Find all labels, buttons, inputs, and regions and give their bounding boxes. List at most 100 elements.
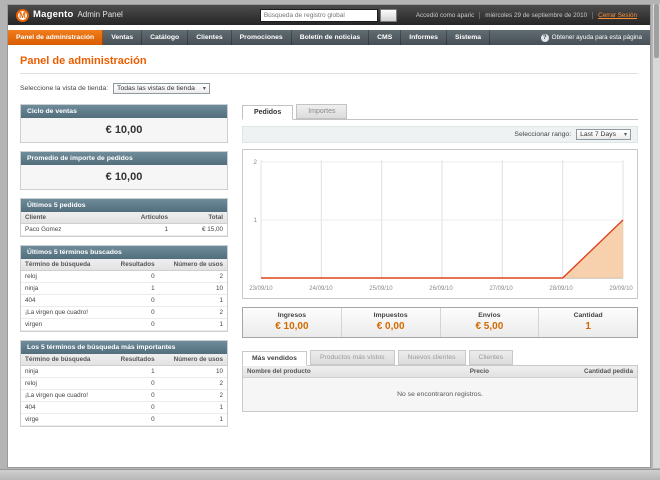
panel-title: Últimos 5 pedidos — [21, 199, 227, 212]
products-grid-table: Nombre del producto Precio Cantidad pedida — [243, 366, 637, 378]
panel-title: Ciclo de ventas — [21, 105, 227, 118]
stat-label: Impuestos — [373, 312, 408, 319]
nav-item-4[interactable]: Promociones — [232, 30, 292, 45]
table-cell: reloj — [21, 270, 109, 283]
table-cell: ¡La virgen que cuadro! — [21, 306, 109, 319]
page-title: Panel de administración — [20, 55, 147, 67]
stat-1: Impuestos € 0,00 — [340, 308, 440, 337]
chart-x-labels: 23/09/10 24/09/10 25/09/10 26/09/10 27/09/10… — [243, 286, 637, 298]
table-row[interactable]: 404 0 1 — [21, 294, 227, 307]
bottom-tabs: Más vendidos Productos más vistos Nuevos c… — [242, 350, 638, 366]
table-row[interactable]: ninja 1 10 — [21, 365, 227, 378]
bottom-tab-0[interactable]: Más vendidos — [242, 351, 307, 366]
table-cell: 1 — [108, 282, 159, 295]
table-cell: 404 — [21, 401, 109, 414]
range-value: Last 7 Days — [580, 131, 616, 138]
header-bar: M Magento Admin Panel Accedió como apari… — [8, 5, 650, 25]
table-cell: 0 — [108, 306, 159, 319]
nav-item-6[interactable]: CMS — [369, 30, 402, 45]
dashboard-content: Panel de administración Seleccione la vi… — [8, 45, 650, 435]
lifetime-sales-panel: Ciclo de ventas € 10,00 — [20, 104, 228, 143]
column-header: Artículos — [105, 212, 173, 224]
nav-items: Panel de administración Ventas Catálogo Cli… — [8, 30, 491, 45]
column-header: Resultados — [108, 259, 159, 271]
orders-chart: 12 — [253, 159, 624, 279]
bottom-tab-3[interactable]: Clientes — [468, 350, 514, 365]
nav-item-2[interactable]: Catálogo — [142, 30, 189, 45]
column-header: Número de usos — [158, 259, 227, 271]
table-cell: ninja — [21, 282, 109, 295]
svg-text:2: 2 — [253, 159, 257, 166]
nav-item-0[interactable]: Panel de administración — [8, 30, 104, 45]
logout-link[interactable]: Cerrar Sesión — [592, 11, 642, 19]
table-row[interactable]: ninja 1 10 — [21, 282, 227, 295]
table-row[interactable]: ¡La virgen que cuadro! 0 2 — [21, 306, 227, 319]
user-info: Accedió como aparic miércoles 29 de sept… — [411, 11, 642, 19]
x-axis-label: 28/09/10 — [549, 286, 573, 292]
table-cell: reloj — [21, 377, 109, 390]
table-cell: 0 — [108, 401, 159, 414]
nav-item-1[interactable]: Ventas — [103, 30, 143, 45]
global-search-input[interactable] — [259, 8, 378, 22]
bottom-tab-2[interactable]: Nuevos clientes — [397, 350, 466, 365]
table-cell: 0 — [108, 318, 159, 331]
dashboard-tab-1[interactable]: Importes — [296, 104, 348, 119]
table-header-row: Cliente Artículos Total — [21, 212, 227, 224]
store-switcher-label: Seleccione la vista de tienda: — [20, 85, 109, 92]
current-date: miércoles 29 de septiembre de 2010 — [479, 11, 592, 19]
vertical-scrollbar[interactable] — [653, 4, 660, 468]
scrollbar-thumb[interactable] — [654, 4, 659, 58]
table-cell: 2 — [158, 270, 227, 283]
svg-text:1: 1 — [253, 217, 257, 224]
store-view-select[interactable]: Todas las vistas de tienda — [113, 83, 210, 94]
table-row[interactable]: 404 0 1 — [21, 401, 227, 414]
table-cell: 2 — [158, 306, 227, 319]
stat-value: € 10,00 — [275, 321, 309, 332]
main-nav: Panel de administración Ventas Catálogo Cli… — [8, 30, 650, 45]
table-cell: virgen — [21, 318, 109, 331]
table-cell: 1 — [158, 401, 227, 414]
nav-item-5[interactable]: Boletín de noticias — [292, 30, 370, 45]
global-search — [259, 8, 397, 22]
table-cell: 10 — [158, 282, 227, 295]
table-cell: € 15,00 — [172, 223, 227, 236]
nav-item-3[interactable]: Clientes — [188, 30, 232, 45]
table-row[interactable]: ¡La virgen que cuadro! 0 2 — [21, 389, 227, 402]
table-cell: 0 — [108, 270, 159, 283]
x-axis-label: 29/09/10 — [609, 286, 633, 292]
table-row[interactable]: virge 0 1 — [21, 413, 227, 426]
table-row[interactable]: virgen 0 1 — [21, 318, 227, 331]
table-cell: 0 — [108, 377, 159, 390]
x-axis-label: 25/09/10 — [369, 286, 393, 292]
table-cell: 0 — [108, 413, 159, 426]
column-header: Resultados — [108, 354, 159, 366]
divider — [20, 73, 638, 74]
search-submit-button[interactable] — [379, 8, 397, 22]
products-grid-box: Nombre del producto Precio Cantidad pedida… — [242, 365, 638, 412]
logged-in-as: Accedió como aparic — [415, 11, 475, 19]
lifetime-sales-value: € 10,00 — [21, 118, 227, 142]
stat-value: € 0,00 — [376, 321, 405, 332]
nav-item-7[interactable]: Informes — [401, 30, 447, 45]
help-link[interactable]: ? Obtener ayuda para esta página — [533, 30, 650, 45]
stat-label: Cantidad — [573, 312, 603, 319]
table-cell: 10 — [158, 365, 227, 378]
panel-title: Los 5 términos de búsqueda más important… — [21, 341, 227, 354]
table-row[interactable]: reloj 0 2 — [21, 270, 227, 283]
dashboard-tabs: Pedidos Importes — [242, 104, 638, 120]
x-axis-label: 24/09/10 — [309, 286, 333, 292]
last-orders-panel: Últimos 5 pedidos Cliente Artículos Total … — [20, 198, 228, 237]
store-view-value: Todas las vistas de tienda — [117, 85, 195, 92]
browser-status-bar — [0, 469, 660, 480]
average-order-value: € 10,00 — [21, 165, 227, 189]
admin-window: M Magento Admin Panel Accedió como apari… — [7, 4, 651, 468]
table-cell: 0 — [108, 389, 159, 402]
table-row[interactable]: reloj 0 2 — [21, 377, 227, 390]
brand-name: Magento — [33, 8, 74, 20]
bottom-tab-1[interactable]: Productos más vistos — [309, 350, 395, 365]
table-cell: 2 — [158, 377, 227, 390]
nav-item-8[interactable]: Sistema — [447, 30, 491, 45]
range-select[interactable]: Last 7 Days — [576, 129, 631, 140]
table-row[interactable]: Paco Gomez 1 € 15,00 — [21, 223, 227, 236]
dashboard-tab-0[interactable]: Pedidos — [242, 105, 294, 120]
